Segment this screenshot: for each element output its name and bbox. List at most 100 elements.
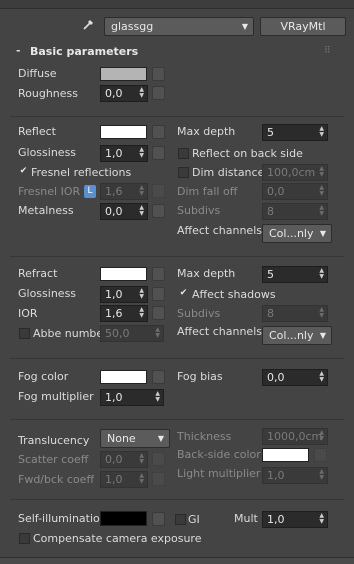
roughness-label: Roughness bbox=[18, 87, 79, 100]
rollout-title: Basic parameters bbox=[30, 45, 139, 58]
compensate-exposure-label: Compensate camera exposure bbox=[33, 532, 202, 545]
refract-max-depth-label: Max depth bbox=[177, 267, 236, 280]
material-type: VRayMtl bbox=[280, 20, 326, 33]
fog-color-map-button[interactable] bbox=[152, 370, 165, 384]
ior-spinner[interactable]: 1,6 ▲ ▼ bbox=[100, 305, 148, 322]
material-type-button[interactable]: VRayMtl bbox=[260, 17, 346, 36]
fog-color-label: Fog color bbox=[18, 370, 69, 383]
reflect-color-swatch[interactable] bbox=[100, 125, 147, 139]
chevron-down-icon: ▼ bbox=[241, 22, 248, 31]
abbe-checkbox[interactable] bbox=[19, 328, 30, 339]
translucency-label: Translucency bbox=[18, 434, 90, 447]
fwd-bck-coeff-spinner[interactable]: 1,0 ▲ ▼ bbox=[100, 471, 148, 488]
self-illumination-map-button[interactable] bbox=[152, 512, 165, 526]
dim-distance-label: Dim distance bbox=[192, 166, 265, 179]
fresnel-ior-spinner[interactable]: 1,6 ▲ ▼ bbox=[100, 183, 148, 200]
fog-bias-label: Fog bias bbox=[177, 370, 223, 383]
fog-multiplier-spinner[interactable]: 1,0 ▲ ▼ bbox=[100, 389, 164, 406]
backside-color-label: Back-side color bbox=[177, 448, 261, 461]
mult-label: Mult bbox=[234, 512, 258, 525]
scatter-coeff-label: Scatter coeff bbox=[18, 453, 89, 466]
reflect-subdivs-spinner[interactable]: 8 ▲ ▼ bbox=[262, 203, 328, 220]
fresnel-ior-map-button[interactable] bbox=[152, 184, 165, 198]
roughness-spinner[interactable]: 0,0 ▲ ▼ bbox=[100, 85, 148, 102]
affect-shadows-label: Affect shadows bbox=[192, 288, 276, 301]
dim-distance-spinner[interactable]: 100,0cm ▲ ▼ bbox=[262, 164, 328, 181]
backside-color-swatch[interactable] bbox=[262, 448, 309, 462]
reflect-subdivs-label: Subdivs bbox=[177, 204, 221, 217]
backside-color-map-button[interactable] bbox=[314, 448, 327, 462]
chevron-down-icon: ▼ bbox=[157, 434, 164, 443]
metalness-spinner[interactable]: 0,0 ▲ ▼ bbox=[100, 203, 148, 220]
fresnel-checkbox[interactable]: ✔ bbox=[18, 167, 29, 178]
collapse-icon: - bbox=[16, 44, 21, 57]
abbe-spinner[interactable]: 50,0 ▲ ▼ bbox=[100, 325, 164, 342]
fresnel-label: Fresnel reflections bbox=[31, 166, 132, 179]
refract-max-depth-spinner[interactable]: 5 ▲ ▼ bbox=[262, 266, 328, 283]
refract-subdivs-spinner[interactable]: 8 ▲ ▼ bbox=[262, 305, 328, 322]
light-multiplier-spinner[interactable]: 1,0 ▲ ▼ bbox=[262, 467, 328, 484]
refract-map-button[interactable] bbox=[152, 267, 165, 281]
light-multiplier-label: Light multiplier bbox=[177, 467, 261, 480]
material-name: glassgg bbox=[111, 20, 154, 33]
reflect-affect-channels-dropdown[interactable]: Col...nly ▼ bbox=[262, 224, 332, 243]
reflect-map-button[interactable] bbox=[152, 125, 165, 139]
roughness-map-button[interactable] bbox=[152, 86, 165, 100]
thickness-label: Thickness bbox=[177, 430, 232, 443]
refract-color-swatch[interactable] bbox=[100, 267, 147, 281]
next-rollout-strip bbox=[0, 558, 354, 564]
translucency-dropdown[interactable]: None ▼ bbox=[100, 429, 170, 448]
reflect-affect-channels-label: Affect channels bbox=[177, 224, 262, 237]
scatter-coeff-spinner[interactable]: 0,0 ▲ ▼ bbox=[100, 451, 148, 468]
fwd-bck-coeff-label: Fwd/bck coeff bbox=[18, 473, 95, 486]
top-toolbar-strip bbox=[0, 0, 354, 9]
dim-distance-checkbox[interactable] bbox=[178, 167, 189, 178]
thickness-spinner[interactable]: 1000,0cm ▲ ▼ bbox=[262, 428, 328, 445]
refract-affect-channels-dropdown[interactable]: Col...nly ▼ bbox=[262, 326, 332, 345]
material-name-dropdown[interactable]: glassgg ▼ bbox=[104, 17, 254, 36]
dim-falloff-spinner[interactable]: 0,0 ▲ ▼ bbox=[262, 183, 328, 200]
divider bbox=[10, 256, 344, 257]
compensate-exposure-checkbox[interactable] bbox=[19, 533, 30, 544]
reflect-label: Reflect bbox=[18, 125, 56, 138]
reflect-glossiness-map-button[interactable] bbox=[152, 146, 165, 160]
refract-subdivs-label: Subdivs bbox=[177, 307, 221, 320]
metalness-label: Metalness bbox=[18, 204, 74, 217]
eyedropper-icon[interactable] bbox=[82, 17, 96, 31]
diffuse-label: Diffuse bbox=[18, 67, 57, 80]
divider bbox=[10, 499, 344, 500]
refract-label: Refract bbox=[18, 267, 58, 280]
ior-map-button[interactable] bbox=[152, 306, 165, 320]
divider bbox=[10, 419, 344, 420]
fog-bias-spinner[interactable]: 0,0 ▲ ▼ bbox=[262, 369, 328, 386]
scatter-coeff-map-button[interactable] bbox=[152, 452, 165, 466]
affect-shadows-checkbox[interactable]: ✔ bbox=[178, 289, 189, 300]
chevron-down-icon: ▼ bbox=[319, 331, 326, 340]
self-illumination-color-swatch[interactable] bbox=[100, 511, 147, 526]
chevron-down-icon: ▼ bbox=[319, 229, 326, 238]
divider bbox=[10, 358, 344, 359]
refract-glossiness-spinner[interactable]: 1,0 ▲ ▼ bbox=[100, 286, 148, 303]
ior-label: IOR bbox=[18, 307, 38, 320]
metalness-map-button[interactable] bbox=[152, 204, 165, 218]
diffuse-color-swatch[interactable] bbox=[100, 67, 147, 81]
fog-multiplier-label: Fog multiplier bbox=[18, 390, 94, 403]
fog-color-swatch[interactable] bbox=[100, 370, 147, 384]
diffuse-map-button[interactable] bbox=[152, 67, 165, 81]
drag-grip-icon[interactable]: ⠿ bbox=[324, 44, 331, 58]
fresnel-ior-lock-button[interactable]: L bbox=[84, 185, 96, 198]
reflect-max-depth-label: Max depth bbox=[177, 125, 236, 138]
reflect-glossiness-spinner[interactable]: 1,0 ▲ ▼ bbox=[100, 145, 148, 162]
reflect-backside-checkbox[interactable] bbox=[178, 148, 189, 159]
fresnel-ior-label: Fresnel IOR bbox=[18, 185, 81, 198]
gi-checkbox[interactable] bbox=[175, 514, 186, 525]
reflect-max-depth-spinner[interactable]: 5 ▲ ▼ bbox=[262, 124, 328, 141]
refract-glossiness-label: Glossiness bbox=[18, 287, 77, 300]
self-illumination-mult-spinner[interactable]: 1,0 ▲ ▼ bbox=[262, 511, 328, 528]
abbe-label: Abbe number bbox=[33, 327, 108, 340]
refract-affect-channels-label: Affect channels bbox=[177, 325, 262, 338]
fwd-bck-coeff-map-button[interactable] bbox=[152, 472, 165, 486]
refract-glossiness-map-button[interactable] bbox=[152, 287, 165, 301]
reflect-glossiness-label: Glossiness bbox=[18, 146, 77, 159]
rollout-header[interactable]: - Basic parameters ⠿ bbox=[10, 43, 344, 61]
